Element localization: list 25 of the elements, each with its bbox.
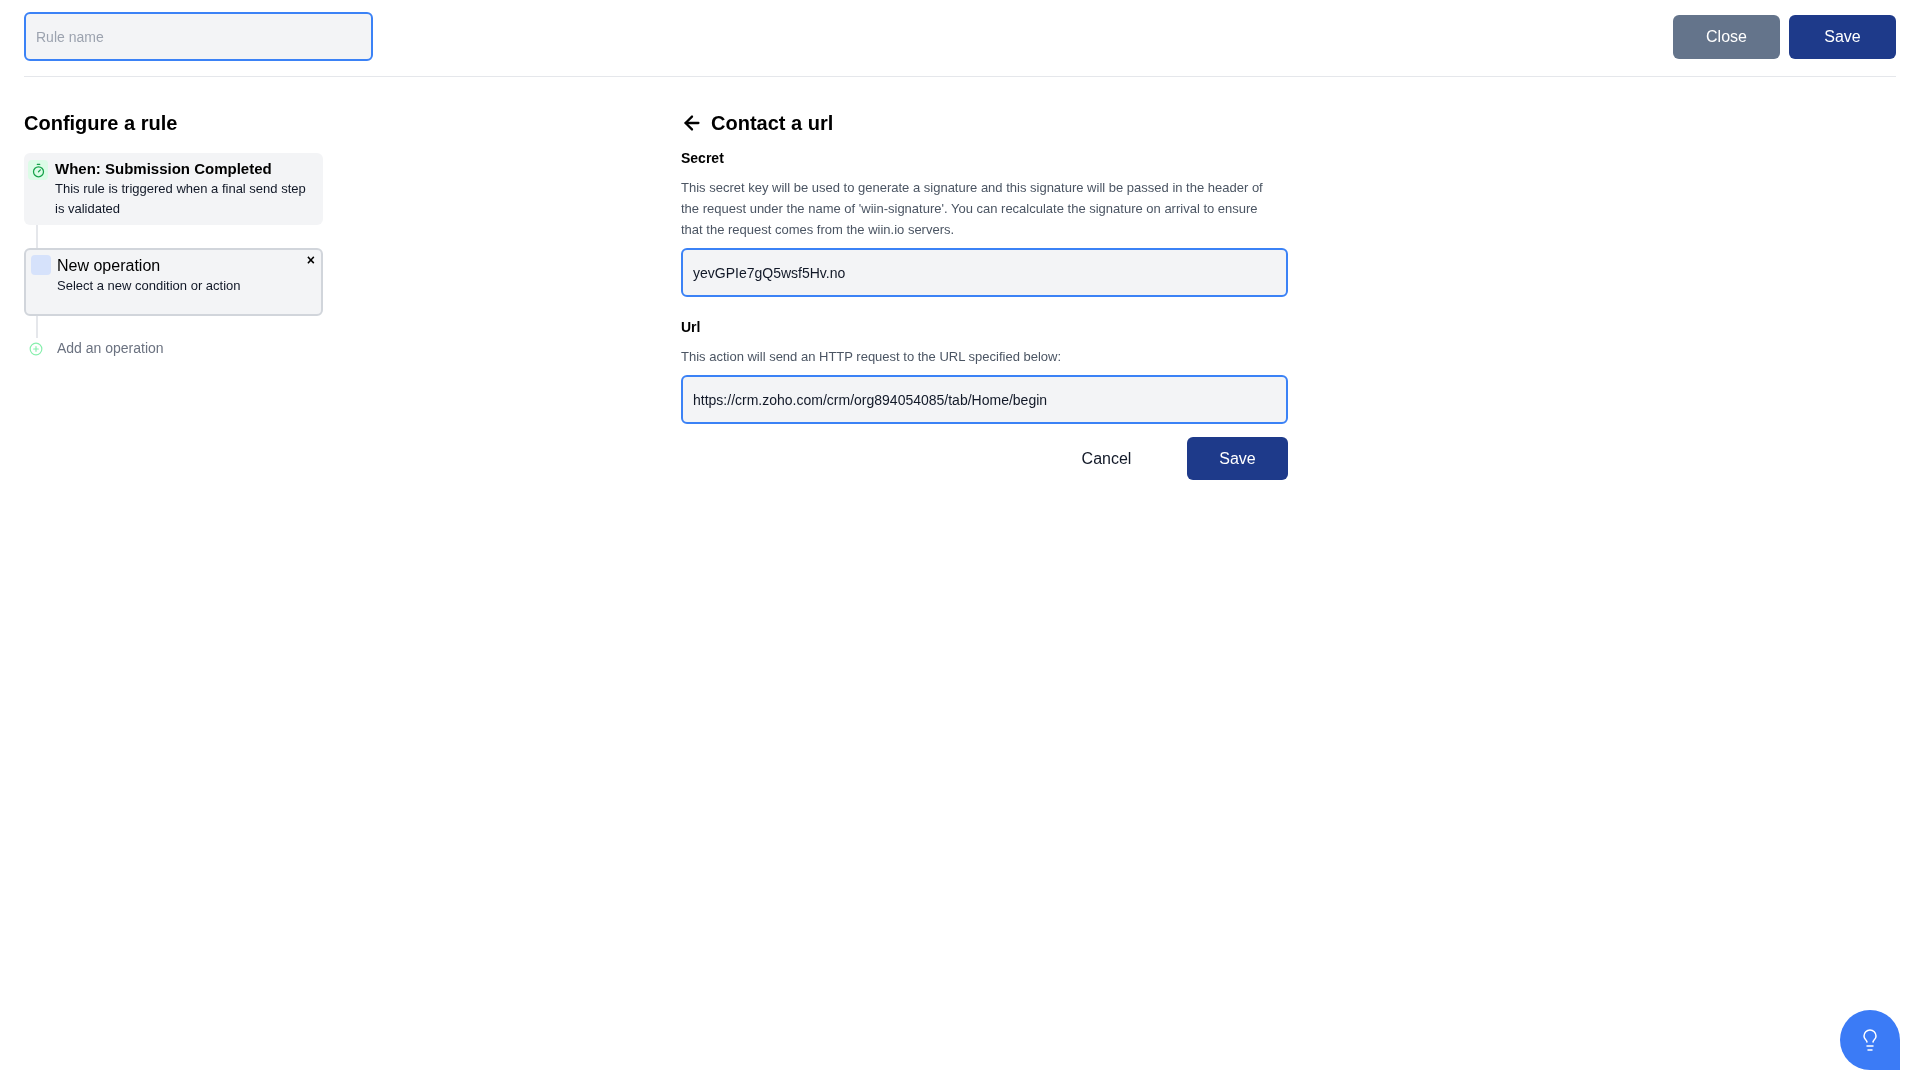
operation-card[interactable]: New operation Select a new condition or action ×	[24, 248, 323, 316]
close-button[interactable]: Close	[1673, 14, 1780, 59]
field-help: This action will send an HTTP request to the URL specified below:	[681, 348, 1063, 366]
text-field[interactable]: https://crm.zoho.com/crm/org894054085/tab/Home/begin	[681, 375, 1288, 424]
field-label: Secret	[681, 149, 725, 168]
operation-title: New operation	[57, 256, 162, 276]
trigger-card[interactable]: When: Submission Completed This rule is triggered when a final send step is validated	[24, 153, 323, 225]
add-operation-link[interactable]: Add an operation	[57, 338, 164, 359]
help-button[interactable]	[1840, 1010, 1900, 1070]
field-label: Url	[681, 318, 702, 337]
rule-name-field[interactable]: Rule name	[24, 12, 373, 61]
cancel-button[interactable]: Cancel	[1056, 437, 1157, 480]
trigger-description: This rule is triggered when a final send step is validated	[55, 180, 307, 218]
add-icon	[29, 341, 43, 356]
operation-description: Select a new condition or action	[57, 277, 242, 295]
save-button[interactable]: Save	[1789, 14, 1896, 59]
save-button[interactable]: Save	[1187, 437, 1288, 480]
section-title: Configure a rule	[24, 111, 179, 135]
text-field[interactable]: yevGPIe7gQ5wsf5Hv.no	[681, 248, 1288, 297]
field-help: This secret key will be used to generate a signature and this signature will be passed in the header of the request under the name of 'wiin-signature'. You can recalculate the signature on arrival to ensure that the request comes from the wiin.io servers.	[681, 179, 1264, 239]
timer-icon	[28, 160, 48, 180]
trigger-title: When: Submission Completed	[55, 159, 273, 179]
operation-icon	[31, 255, 51, 275]
panel-title: Contact a url	[711, 111, 834, 135]
close-button[interactable]: ×	[306, 252, 315, 268]
